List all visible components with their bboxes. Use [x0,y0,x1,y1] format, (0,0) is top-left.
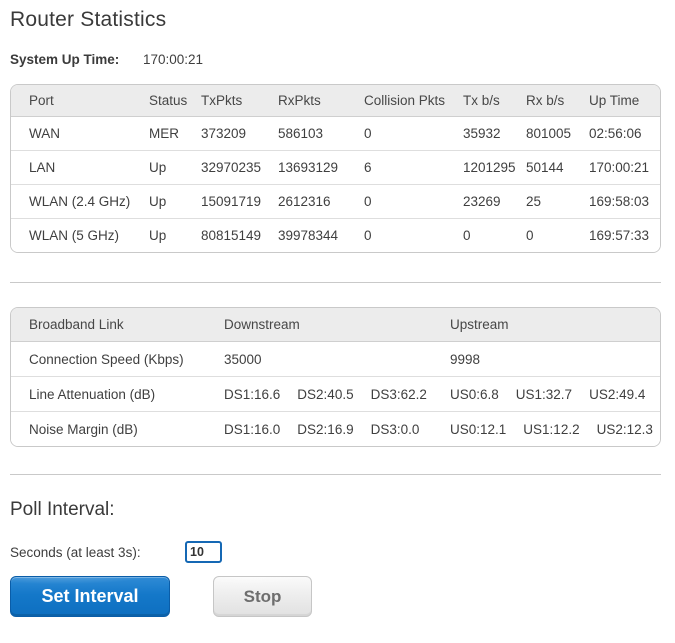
upstream-value: US1:32.7 [515,386,573,402]
cell-tx-bs: 1201295 [463,160,516,175]
cell-txpkts: 80815149 [201,228,262,243]
cell-upstream: US0:6.8 US1:32.7 US2:49.4 [450,387,660,402]
cell-tx-bs: 0 [463,228,471,243]
upstream-value: US0:12.1 [450,421,507,437]
upstream-value: US2:49.4 [589,386,646,402]
cell-status: Up [149,160,167,175]
poll-buttons-row: Set Interval Stop [10,576,661,617]
column-header-rx-bs: Rx b/s [526,93,565,108]
system-up-time-value: 170:00:21 [143,52,204,67]
set-interval-button[interactable]: Set Interval [10,576,170,617]
column-header-tx-bs: Tx b/s [463,93,500,108]
system-up-time-row: System Up Time: 170:00:21 [10,52,661,67]
cell-metric-label: Line Attenuation (dB) [29,386,156,402]
cell-port: WLAN (5 GHz) [29,228,120,243]
cell-collision-pkts: 0 [364,228,372,243]
cell-rx-bs: 25 [526,194,542,209]
cell-up-time: 02:56:06 [589,126,642,141]
cell-collision-pkts: 0 [364,194,372,209]
cell-txpkts: 32970235 [201,160,262,175]
column-header-txpkts: TxPkts [201,93,243,108]
cell-downstream: 35000 [224,352,450,367]
downstream-value: DS2:16.9 [297,421,354,437]
cell-status: Up [149,194,167,209]
table-row-noise-margin: Noise Margin (dB) DS1:16.0 DS2:16.9 DS3:… [11,411,660,446]
router-statistics-page: Router Statistics System Up Time: 170:00… [0,0,675,617]
cell-up-time: 170:00:21 [589,160,650,175]
cell-txpkts: 373209 [201,126,247,141]
cell-port: LAN [29,160,56,175]
cell-rx-bs: 50144 [526,160,564,175]
cell-txpkts: 15091719 [201,194,262,209]
page-title: Router Statistics [10,8,167,31]
cell-metric-label: Noise Margin (dB) [29,421,138,437]
cell-port: WLAN (2.4 GHz) [29,194,131,209]
table-row-line-attenuation: Line Attenuation (dB) DS1:16.6 DS2:40.5 … [11,376,660,411]
upstream-value: US0:6.8 [450,386,499,402]
cell-status: MER [149,126,179,141]
cell-rxpkts: 39978344 [278,228,339,243]
cell-upstream: 9998 [450,352,660,367]
poll-seconds-label: Seconds (at least 3s): [10,544,141,560]
cell-rxpkts: 586103 [278,126,324,141]
downstream-value: DS1:16.0 [224,421,281,437]
column-header-downstream: Downstream [224,317,300,332]
upstream-value: US1:12.2 [523,421,580,437]
cell-tx-bs: 35932 [463,126,501,141]
cell-downstream: DS1:16.6 DS2:40.5 DS3:62.2 [224,387,450,402]
table-row-wlan-24: WLAN (2.4 GHz) Up 15091719 2612316 0 232… [11,184,660,218]
downstream-value: DS2:40.5 [297,386,354,402]
cell-status: Up [149,228,167,243]
cell-downstream: DS1:16.0 DS2:16.9 DS3:0.0 [224,422,450,437]
cell-collision-pkts: 6 [364,160,372,175]
system-up-time-label: System Up Time: [10,52,120,67]
cell-up-time: 169:58:03 [589,194,650,209]
poll-seconds-row: Seconds (at least 3s): [10,541,661,563]
downstream-value: DS3:0.0 [370,421,420,437]
cell-tx-bs: 23269 [463,194,501,209]
cell-rxpkts: 13693129 [278,160,339,175]
cell-metric-label: Connection Speed (Kbps) [29,351,184,367]
column-header-upstream: Upstream [450,317,509,332]
downstream-value: DS1:16.6 [224,386,281,402]
broadband-link-table: Broadband Link Downstream Upstream Conne… [10,307,661,447]
port-stats-table: Port Status TxPkts RxPkts Collision Pkts… [10,84,661,253]
cell-collision-pkts: 0 [364,126,372,141]
cell-rxpkts: 2612316 [278,194,331,209]
table-row-lan: LAN Up 32970235 13693129 6 1201295 50144… [11,150,660,184]
section-divider [10,474,661,475]
broadband-table-header-row: Broadband Link Downstream Upstream [11,308,660,341]
table-row-connection-speed: Connection Speed (Kbps) 35000 9998 [11,341,660,376]
downstream-value: 35000 [224,351,262,367]
section-divider [10,282,661,283]
poll-seconds-input[interactable] [185,541,222,563]
port-table-header-row: Port Status TxPkts RxPkts Collision Pkts… [11,85,660,116]
cell-up-time: 169:57:33 [589,228,650,243]
cell-upstream: US0:12.1 US1:12.2 US2:12.3 [450,422,660,437]
downstream-value: DS3:62.2 [370,386,427,402]
cell-port: WAN [29,126,60,141]
poll-interval-heading: Poll Interval: [10,499,115,520]
column-header-port: Port [29,93,54,108]
cell-rx-bs: 0 [526,228,534,243]
upstream-value: US2:12.3 [596,421,653,437]
column-header-status: Status [149,93,188,108]
cell-rx-bs: 801005 [526,126,572,141]
column-header-collision-pkts: Collision Pkts [364,93,446,108]
column-header-broadband-link: Broadband Link [29,317,124,332]
column-header-rxpkts: RxPkts [278,93,321,108]
table-row-wan: WAN MER 373209 586103 0 35932 801005 02:… [11,116,660,150]
stop-button[interactable]: Stop [213,576,312,617]
table-row-wlan-5: WLAN (5 GHz) Up 80815149 39978344 0 0 0 … [11,218,660,252]
upstream-value: 9998 [450,351,481,367]
column-header-up-time: Up Time [589,93,640,108]
